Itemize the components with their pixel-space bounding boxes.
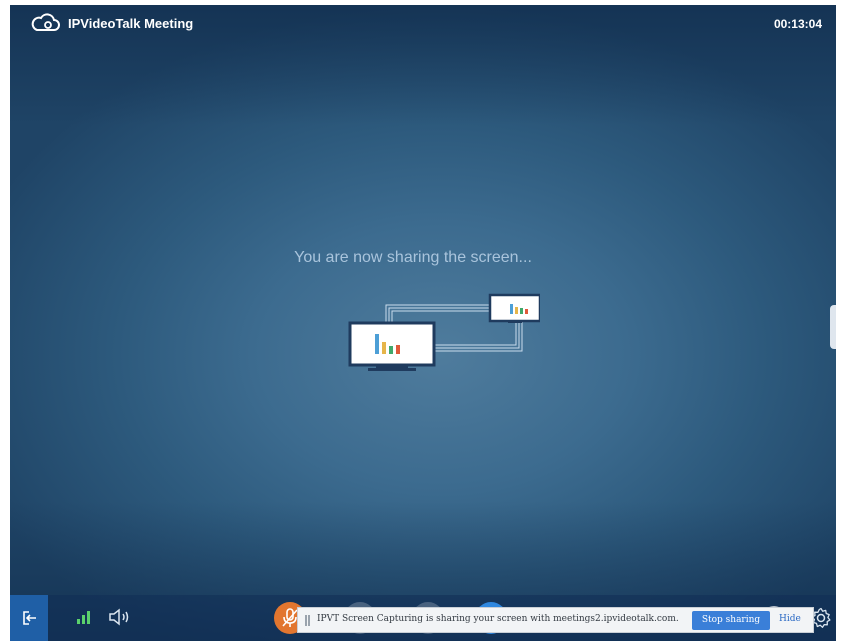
screen-sharing-illustration bbox=[348, 293, 540, 371]
side-panel-tab[interactable] bbox=[830, 305, 836, 349]
meeting-window: IPVideoTalk Meeting 00:13:04 You are now… bbox=[10, 5, 836, 641]
meeting-timer: 00:13:04 bbox=[773, 17, 822, 31]
exit-meeting-icon bbox=[23, 611, 36, 625]
capture-notice-text: IPVT Screen Capturing is sharing your sc… bbox=[317, 614, 679, 624]
hide-notification-button[interactable]: Hide bbox=[779, 614, 801, 624]
app-title: IPVideoTalk Meeting bbox=[68, 16, 194, 31]
stop-sharing-button[interactable]: Stop sharing bbox=[692, 611, 770, 630]
title-bar: IPVideoTalk Meeting 00:13:04 bbox=[10, 5, 836, 41]
signal-strength-icon bbox=[77, 611, 90, 624]
screen-capture-notification: IPVT Screen Capturing is sharing your sc… bbox=[297, 607, 814, 633]
speaker-icon[interactable] bbox=[108, 607, 134, 627]
exit-meeting-button[interactable] bbox=[10, 595, 48, 641]
cloud-logo-icon bbox=[31, 13, 60, 31]
sharing-status-message: You are now sharing the screen... bbox=[294, 249, 532, 266]
screenshot-page: IPVideoTalk Meeting 00:13:04 You are now… bbox=[0, 0, 842, 641]
drag-handle-icon[interactable] bbox=[305, 615, 310, 626]
